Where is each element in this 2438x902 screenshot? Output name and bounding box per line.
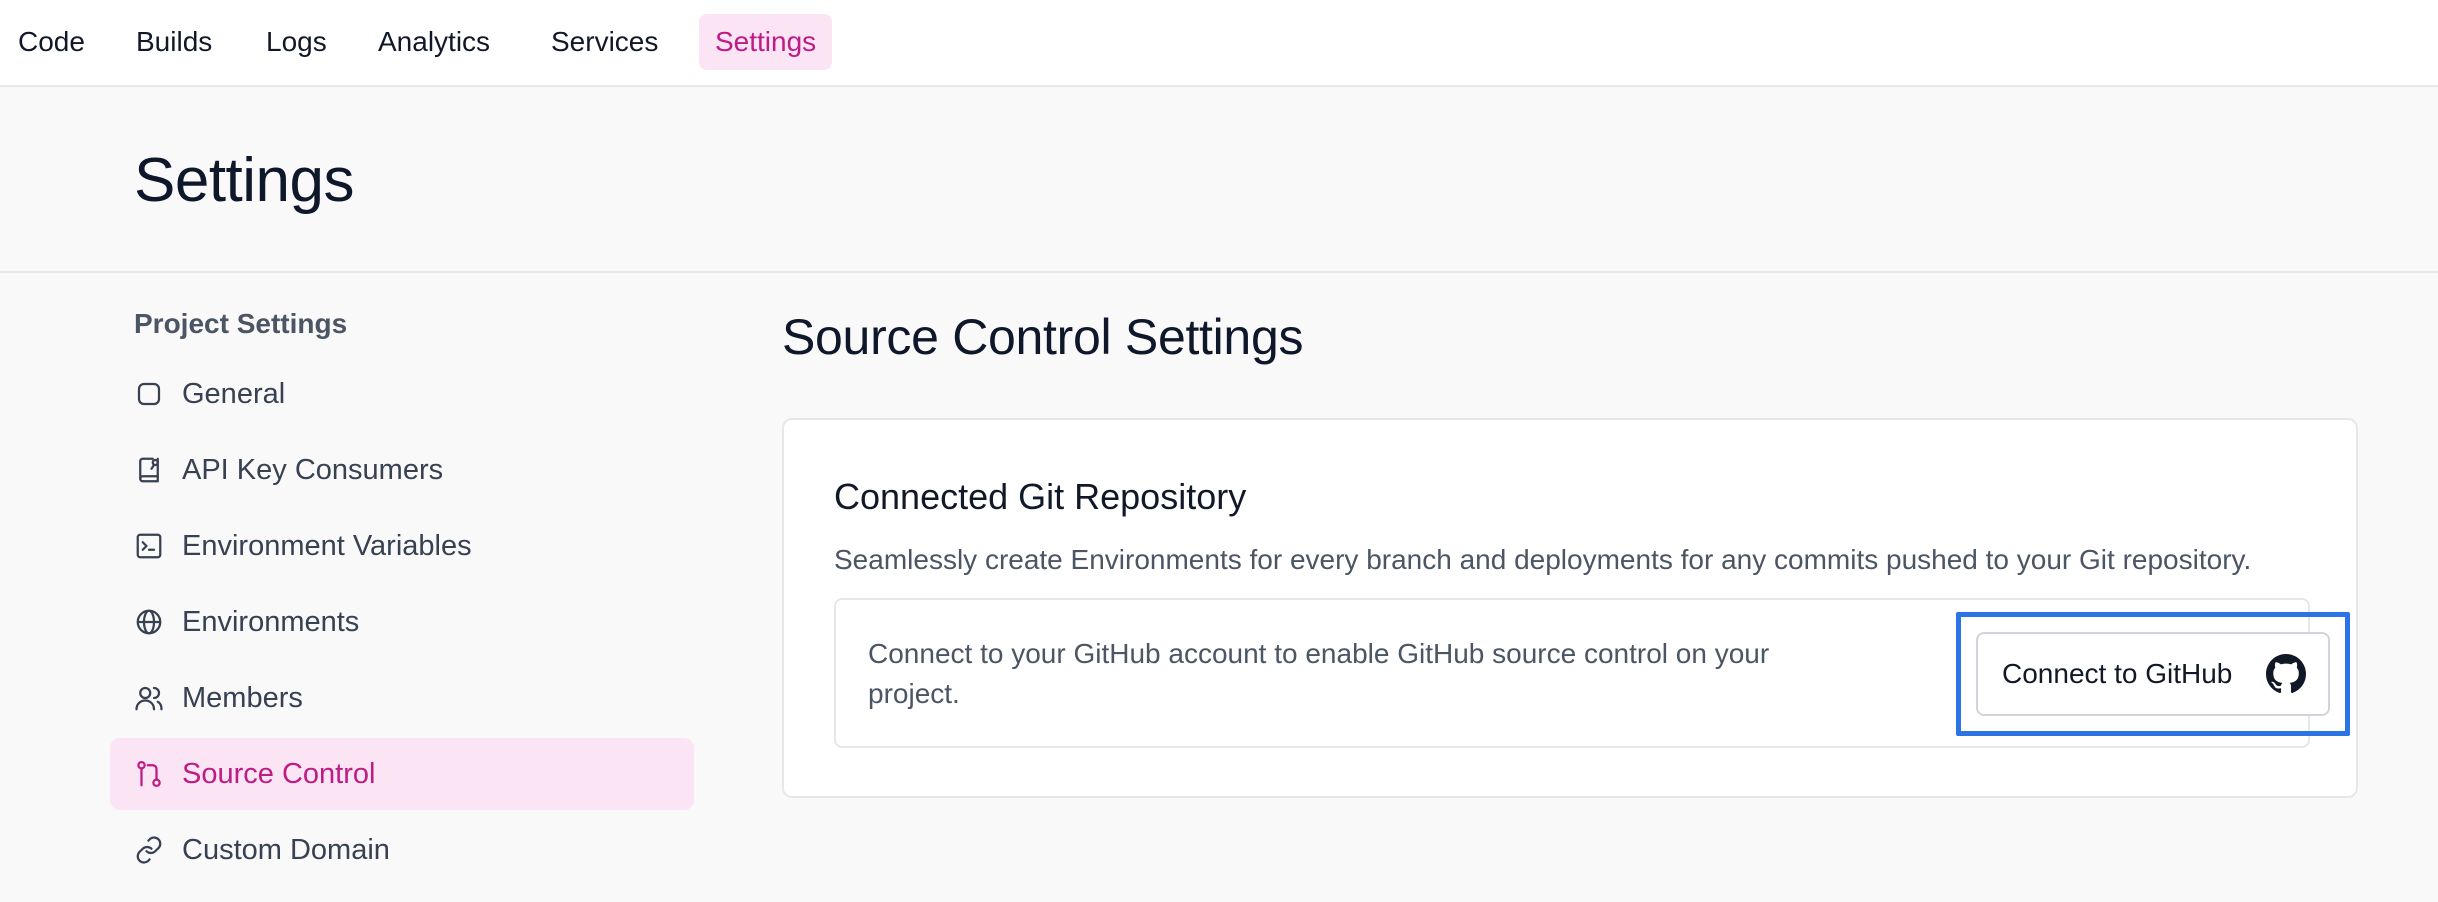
sidebar-item-environments[interactable]: Environments [110, 586, 694, 658]
git-repository-card: Connected Git Repository Seamlessly crea… [782, 418, 2358, 798]
nav-builds[interactable]: Builds [120, 14, 228, 70]
section-title: Source Control Settings [782, 309, 1304, 365]
sidebar-item-label: Custom Domain [182, 833, 390, 866]
card-title: Connected Git Repository [834, 476, 1247, 517]
nav-settings[interactable]: Settings [699, 14, 833, 70]
sidebar-item-members[interactable]: Members [110, 662, 694, 734]
globe-icon [134, 607, 164, 637]
connect-github-text: Connect to your GitHub account to enable… [868, 638, 1770, 709]
sidebar-item-label: Environments [182, 605, 360, 638]
git-pull-request-icon [134, 759, 164, 789]
page-header: Settings [0, 87, 2438, 273]
nav-logs[interactable]: Logs [250, 14, 343, 70]
connect-github-label: Connect to GitHub [2002, 658, 2233, 689]
sidebar-item-api-key-consumers[interactable]: API Key Consumers [110, 434, 694, 506]
users-icon [134, 683, 164, 713]
sidebar-item-label: Source Control [182, 757, 376, 790]
page-title: Settings [134, 146, 355, 215]
sidebar-item-label: General [182, 377, 286, 410]
sidebar-item-label: Environment Variables [182, 529, 472, 562]
terminal-icon [134, 531, 164, 561]
connect-github-panel: Connect to your GitHub account to enable… [834, 598, 2350, 748]
sidebar-item-source-control[interactable]: Source Control [110, 738, 694, 810]
sidebar-item-general[interactable]: General [110, 358, 694, 430]
nav-code[interactable]: Code [2, 14, 101, 70]
card-description: Seamlessly create Environments for every… [834, 544, 2252, 575]
book-key-icon [134, 455, 164, 485]
nav-services[interactable]: Services [535, 14, 674, 70]
github-icon [2266, 654, 2306, 694]
link-icon [134, 835, 164, 865]
nav-analytics[interactable]: Analytics [362, 14, 506, 70]
sidebar-item-custom-domain[interactable]: Custom Domain [110, 814, 694, 886]
connect-github-button[interactable]: Connect to GitHub [1976, 632, 2330, 716]
sidebar-item-label: Members [182, 681, 303, 714]
square-icon [134, 379, 164, 409]
sidebar-heading: Project Settings [134, 308, 348, 339]
top-nav: Code Builds Logs Analytics Services Sett… [0, 0, 2438, 87]
highlight-box: Connect to GitHub [1956, 612, 2350, 736]
sidebar-item-environment-variables[interactable]: Environment Variables [110, 510, 694, 582]
sidebar-item-label: API Key Consumers [182, 453, 444, 486]
